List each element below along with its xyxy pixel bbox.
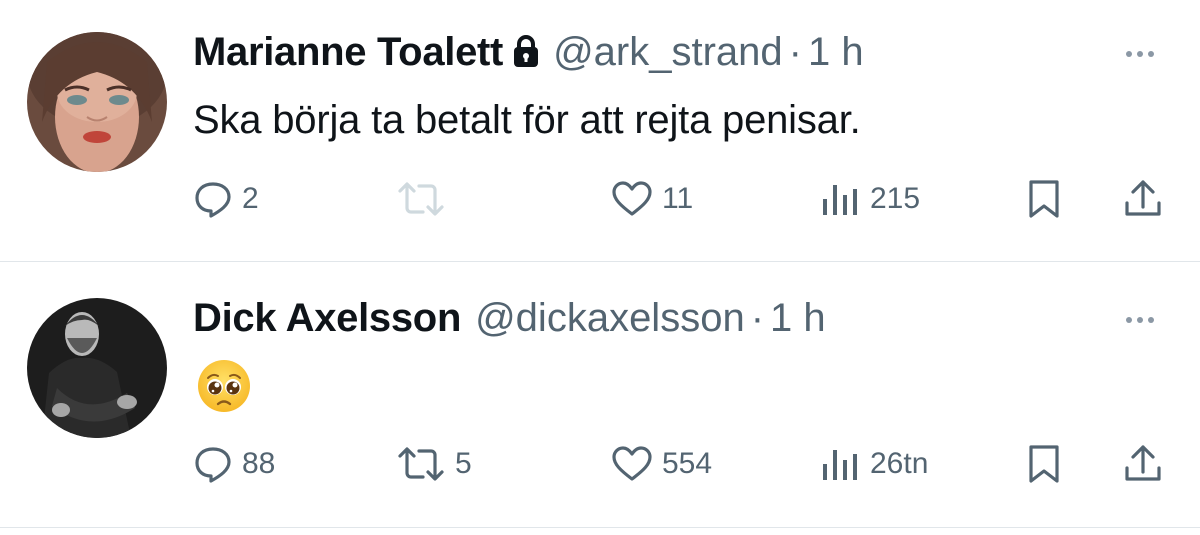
- lock-icon: [513, 34, 539, 68]
- separator-dot: ·: [788, 30, 802, 74]
- views-chart-icon: [823, 185, 857, 215]
- more-dot-icon: [1126, 317, 1132, 323]
- author-name[interactable]: Marianne Toalett: [193, 30, 503, 75]
- reply-button[interactable]: 2: [194, 174, 259, 224]
- share-button[interactable]: [1123, 439, 1163, 489]
- more-dot-icon: [1137, 317, 1143, 323]
- pleading-face-emoji: [196, 358, 252, 414]
- retweet-button[interactable]: 5: [397, 439, 472, 489]
- like-count: 554: [662, 447, 713, 480]
- views-chart-icon: [823, 450, 857, 480]
- tweet-1[interactable]: Marianne Toalett @ark_strand · 1 h Ska b…: [0, 0, 1200, 262]
- reply-count: 2: [242, 182, 259, 215]
- share-icon: [1125, 180, 1161, 216]
- avatar[interactable]: [27, 298, 167, 438]
- views-count: 215: [870, 182, 921, 215]
- more-dot-icon: [1148, 51, 1154, 57]
- woman-portrait-avatar: [27, 32, 167, 172]
- like-button[interactable]: 11: [612, 174, 693, 224]
- reply-count: 88: [242, 447, 276, 480]
- retweet-icon: [398, 182, 444, 216]
- avatar[interactable]: [27, 32, 167, 172]
- share-button[interactable]: [1123, 174, 1163, 224]
- share-icon: [1125, 445, 1161, 481]
- timestamp[interactable]: 1 h: [808, 30, 864, 75]
- divider: [0, 527, 1200, 528]
- author-handle[interactable]: @dickaxelsson: [475, 296, 745, 341]
- more-options-button[interactable]: [1126, 313, 1170, 327]
- tweet-text: Ska börja ta betalt för att rejta penisa…: [193, 98, 861, 142]
- bookmark-button[interactable]: [1028, 174, 1060, 224]
- author-handle[interactable]: @ark_strand: [553, 30, 783, 75]
- retweet-count: 5: [455, 447, 472, 480]
- retweet-button[interactable]: [397, 174, 455, 224]
- like-count: 11: [662, 182, 694, 215]
- bookmark-icon: [1029, 445, 1059, 483]
- more-dot-icon: [1126, 51, 1132, 57]
- more-dot-icon: [1148, 317, 1154, 323]
- author-name[interactable]: Dick Axelsson: [193, 296, 461, 341]
- reply-button[interactable]: 88: [194, 439, 275, 489]
- man-portrait-avatar: [27, 298, 167, 438]
- views-button[interactable]: 215: [820, 174, 920, 224]
- more-options-button[interactable]: [1126, 47, 1170, 61]
- views-count: 26tn: [870, 447, 929, 480]
- views-button[interactable]: 26tn: [820, 439, 928, 489]
- heart-icon: [612, 181, 652, 216]
- tweet-actions: 88 5 554 26tn: [0, 439, 1200, 489]
- retweet-icon: [398, 447, 444, 481]
- like-button[interactable]: 554: [612, 439, 712, 489]
- heart-icon: [612, 446, 652, 481]
- tweet-actions: 2 11 215: [0, 174, 1200, 224]
- tweet-2[interactable]: Dick Axelsson @dickaxelsson · 1 h 88 5 5…: [0, 262, 1200, 528]
- timestamp[interactable]: 1 h: [770, 296, 826, 341]
- bookmark-icon: [1029, 180, 1059, 218]
- reply-icon: [195, 182, 231, 218]
- bookmark-button[interactable]: [1028, 439, 1060, 489]
- separator-dot: ·: [750, 296, 765, 340]
- more-dot-icon: [1137, 51, 1143, 57]
- reply-icon: [195, 447, 231, 483]
